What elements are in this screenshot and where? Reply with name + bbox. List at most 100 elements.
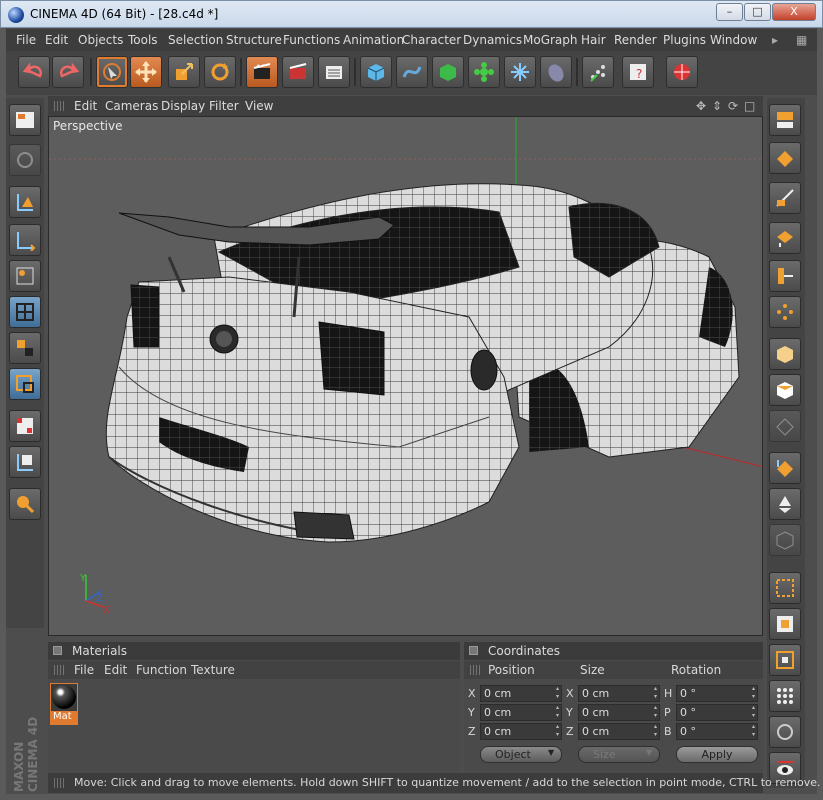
menu-functions[interactable]: Functions: [283, 33, 340, 47]
smooth-shift-icon[interactable]: [769, 338, 801, 370]
array-icon[interactable]: [468, 56, 500, 88]
rot-h-field[interactable]: 0 °: [676, 685, 758, 702]
rot-p-field[interactable]: 0 °: [676, 704, 758, 721]
menu-objects[interactable]: Objects: [78, 33, 123, 47]
minimize-button[interactable]: –: [716, 3, 743, 21]
web-browser-icon[interactable]: [666, 56, 698, 88]
panel-grip-icon[interactable]: [54, 101, 64, 111]
make-editable-icon[interactable]: [9, 144, 41, 176]
vp-menu-display[interactable]: Display: [161, 99, 205, 113]
set-point-value-icon[interactable]: [769, 452, 801, 484]
detach-icon[interactable]: ▦: [796, 33, 807, 47]
animation-mode-icon[interactable]: [9, 488, 41, 520]
pos-y-field[interactable]: 0 cm: [480, 704, 562, 721]
menu-arrow-icon[interactable]: ▸: [772, 33, 778, 47]
bevel-icon[interactable]: [769, 260, 801, 292]
subdivide-icon[interactable]: [769, 524, 801, 556]
pos-y-label: Y: [468, 706, 475, 719]
material-item[interactable]: Mat: [50, 683, 78, 725]
apply-button[interactable]: Apply: [676, 746, 758, 763]
rotate-icon[interactable]: [204, 56, 236, 88]
magnet-icon[interactable]: [769, 374, 801, 406]
vp-maximize-icon[interactable]: □: [744, 99, 755, 113]
panel-grip-icon[interactable]: [54, 778, 64, 788]
texture-mode-icon[interactable]: [9, 260, 41, 292]
perspective-viewport[interactable]: Y Z X Perspective: [48, 116, 763, 636]
model-mode-icon[interactable]: [9, 186, 41, 218]
mat-menu-edit[interactable]: Edit: [104, 663, 127, 677]
extrude-icon[interactable]: [769, 182, 801, 214]
menu-file[interactable]: File: [16, 33, 36, 47]
pos-z-field[interactable]: 0 cm: [480, 723, 562, 740]
menu-animation[interactable]: Animation: [343, 33, 404, 47]
render-picture-viewer-icon[interactable]: [282, 56, 314, 88]
vp-menu-filter[interactable]: Filter: [209, 99, 239, 113]
nurbs-icon[interactable]: [432, 56, 464, 88]
size-y-field[interactable]: 0 cm: [578, 704, 660, 721]
menu-hair[interactable]: Hair: [581, 33, 606, 47]
spline-pen-icon[interactable]: [396, 56, 428, 88]
redo-icon[interactable]: [52, 56, 84, 88]
environment-icon[interactable]: [540, 56, 572, 88]
select-all-icon[interactable]: [769, 572, 801, 604]
mat-menu-texture[interactable]: Texture: [191, 663, 235, 677]
close-button[interactable]: X: [772, 3, 816, 21]
menu-tools[interactable]: Tools: [128, 33, 158, 47]
bridge-icon[interactable]: [769, 104, 801, 136]
rot-b-field[interactable]: 0 °: [676, 723, 758, 740]
scale-icon[interactable]: [168, 56, 200, 88]
panel-grip-icon[interactable]: [54, 665, 64, 675]
car-model[interactable]: [105, 183, 740, 543]
render-view-icon[interactable]: [246, 56, 278, 88]
layout-icon[interactable]: [9, 104, 41, 136]
size-z-field[interactable]: 0 cm: [578, 723, 660, 740]
points-mode-icon[interactable]: [9, 332, 41, 364]
vp-rotate-icon[interactable]: ⟳: [728, 99, 738, 113]
mograph-cloner-icon[interactable]: [582, 56, 614, 88]
edit-render-settings-icon[interactable]: [318, 56, 350, 88]
menu-edit[interactable]: Edit: [45, 33, 68, 47]
panel-toggle-icon[interactable]: [53, 646, 62, 655]
cube-icon[interactable]: [360, 56, 392, 88]
vp-menu-cameras[interactable]: Cameras: [105, 99, 158, 113]
menu-window[interactable]: Window: [710, 33, 757, 47]
undo-icon[interactable]: [18, 56, 50, 88]
vp-pan-icon[interactable]: ✥: [696, 99, 706, 113]
panel-grip-icon[interactable]: [470, 665, 480, 675]
maximize-button[interactable]: □: [744, 3, 771, 21]
menu-mograph[interactable]: MoGraph: [523, 33, 578, 47]
mirror-icon[interactable]: [769, 410, 801, 442]
weld-icon[interactable]: [769, 296, 801, 328]
pos-x-field[interactable]: 0 cm: [480, 685, 562, 702]
menu-character[interactable]: Character: [402, 33, 461, 47]
object-axis-icon[interactable]: [9, 224, 41, 256]
knife-icon[interactable]: [769, 142, 801, 174]
workplane-mode-icon[interactable]: [9, 296, 41, 328]
move-icon[interactable]: [130, 56, 162, 88]
coordinates-title: Coordinates: [488, 644, 561, 658]
vp-menu-edit[interactable]: Edit: [74, 99, 97, 113]
panel-toggle-icon[interactable]: [469, 646, 478, 655]
optimize-icon[interactable]: [769, 488, 801, 520]
edges-mode-icon[interactable]: [9, 368, 41, 400]
python-script-icon[interactable]: ?: [622, 56, 654, 88]
menu-selection[interactable]: Selection: [168, 33, 223, 47]
size-x-field[interactable]: 0 cm: [578, 685, 660, 702]
live-selection-icon[interactable]: [96, 56, 128, 88]
menu-plugins[interactable]: Plugins: [663, 33, 706, 47]
vp-menu-view[interactable]: View: [245, 99, 273, 113]
menu-dynamics[interactable]: Dynamics: [463, 33, 522, 47]
grow-selection-icon[interactable]: [769, 608, 801, 640]
select-connected-icon[interactable]: [769, 680, 801, 712]
shrink-selection-icon[interactable]: [769, 644, 801, 676]
menu-structure[interactable]: Structure: [226, 33, 282, 47]
extrude-inner-icon[interactable]: [769, 222, 801, 254]
polygons-mode-icon[interactable]: [9, 410, 41, 442]
mat-menu-function[interactable]: Function: [136, 663, 187, 677]
deformer-icon[interactable]: [504, 56, 536, 88]
loop-selection-icon[interactable]: [769, 716, 801, 748]
mat-menu-file[interactable]: File: [74, 663, 94, 677]
vp-zoom-icon[interactable]: ⇕: [712, 99, 722, 113]
uv-mode-icon[interactable]: [9, 446, 41, 478]
menu-render[interactable]: Render: [614, 33, 657, 47]
